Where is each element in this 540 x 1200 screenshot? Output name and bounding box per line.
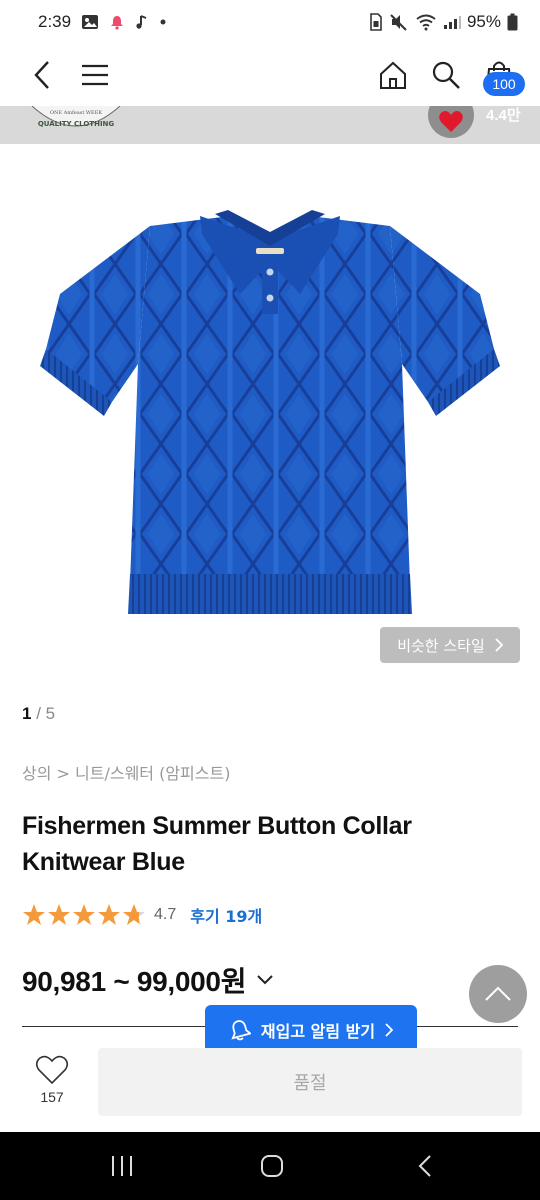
brand-banner: ONE Amfeast WEEK QUALITY CLOTHING 4.4만	[0, 106, 540, 144]
search-button[interactable]	[428, 44, 464, 106]
cart-count-badge: 100	[483, 72, 525, 96]
rating-stars	[22, 903, 146, 927]
chevron-right-icon	[385, 1023, 394, 1037]
menu-icon	[82, 64, 108, 86]
signal-icon	[443, 14, 461, 30]
product-title-line2: Knitwear Blue	[22, 848, 185, 876]
soldout-button[interactable]: 품절	[98, 1048, 522, 1116]
dot-icon	[159, 18, 167, 26]
home-system-icon	[261, 1155, 283, 1177]
wishlist-count: 157	[40, 1089, 64, 1105]
price-range: 90,981 ~ 99,000원	[22, 966, 247, 997]
scroll-to-top-button[interactable]	[469, 965, 527, 1023]
review-count-link[interactable]: 후기 19개	[190, 903, 262, 927]
star-icon	[73, 904, 95, 925]
pager-separator: /	[36, 704, 41, 723]
home-system-button[interactable]	[232, 1132, 312, 1200]
brand-logo[interactable]: ONE Amfeast WEEK QUALITY CLOTHING	[28, 106, 124, 138]
status-time: 2:39	[38, 12, 72, 31]
similar-style-button[interactable]: 비슷한 스타일	[380, 627, 520, 663]
back-system-icon	[418, 1155, 431, 1177]
rating-value: 4.7	[154, 906, 177, 923]
home-icon	[380, 61, 406, 89]
star-icon	[48, 904, 70, 925]
recent-apps-button[interactable]	[82, 1132, 162, 1200]
chevron-up-icon	[485, 986, 511, 1001]
product-title: Fishermen Summer Button Collar Knitwear …	[22, 808, 502, 880]
recent-apps-icon	[112, 1156, 132, 1176]
wishlist-button[interactable]: 157	[28, 1055, 76, 1105]
product-image[interactable]	[0, 144, 540, 684]
heart-icon	[439, 111, 463, 132]
star-icon	[23, 904, 45, 925]
bell-notification-icon	[109, 14, 125, 30]
pager-total: 5	[45, 704, 56, 723]
sim-icon	[369, 13, 383, 31]
wifi-icon	[415, 13, 437, 31]
gallery-icon	[81, 14, 99, 30]
price-row[interactable]: 90,981 ~ 99,000원	[22, 960, 274, 1000]
star-half-icon	[123, 904, 145, 925]
battery-icon	[507, 13, 518, 31]
chevron-right-icon	[495, 638, 503, 652]
status-bar: 2:39 95%	[0, 0, 540, 44]
category-breadcrumb[interactable]: 상의 > 니트/스웨터 (암피스트)	[22, 760, 230, 784]
music-note-icon	[135, 14, 149, 30]
knit-polo-illustration	[40, 210, 500, 614]
rating-row: 4.7 후기 19개	[22, 902, 262, 928]
menu-button[interactable]	[78, 44, 112, 106]
pager-current: 1	[22, 704, 32, 723]
restock-alert-label: 재입고 알림 받기	[260, 1022, 376, 1041]
bell-icon	[231, 1020, 251, 1041]
like-count: 4.4만	[486, 107, 521, 124]
image-pager: 1 / 5	[22, 704, 55, 724]
similar-style-label: 비슷한 스타일	[397, 636, 485, 655]
mute-icon	[389, 13, 409, 31]
back-icon	[34, 61, 49, 89]
star-icon	[98, 904, 120, 925]
top-navigation	[0, 44, 540, 106]
system-navigation-bar	[0, 1132, 540, 1200]
like-button[interactable]	[428, 106, 474, 138]
heart-outline-icon	[35, 1055, 69, 1085]
product-title-line1: Fishermen Summer Button Collar	[22, 812, 412, 840]
back-system-button[interactable]	[385, 1132, 465, 1200]
svg-text:ONE Amfeast WEEK: ONE Amfeast WEEK	[50, 110, 102, 116]
chevron-down-icon	[257, 975, 273, 985]
battery-percent: 95%	[466, 12, 501, 31]
svg-text:QUALITY CLOTHING: QUALITY CLOTHING	[38, 120, 115, 128]
back-button[interactable]	[22, 44, 62, 106]
search-icon	[432, 61, 460, 89]
home-button[interactable]	[375, 44, 411, 106]
